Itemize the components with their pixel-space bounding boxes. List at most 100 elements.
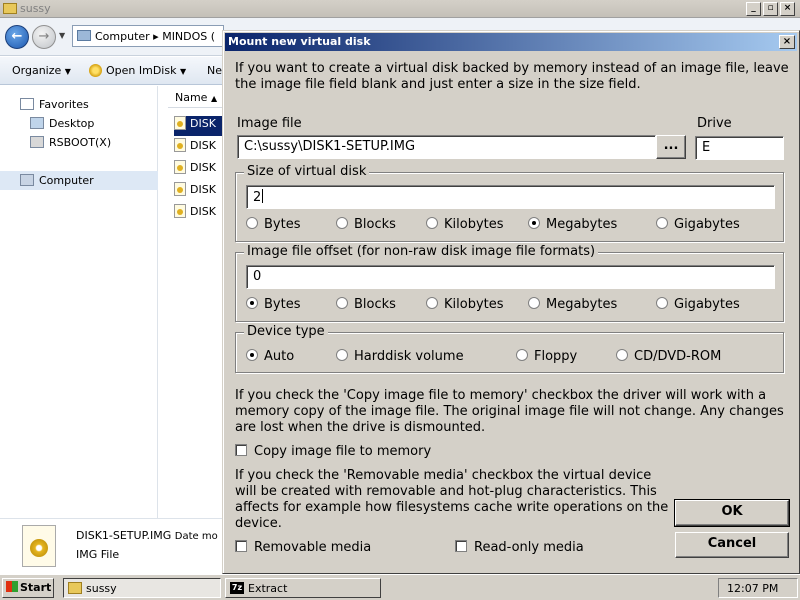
checkbox-label: Removable media <box>254 540 372 555</box>
disk-image-icon <box>174 182 186 196</box>
size-group: Size of virtual disk 2 Bytes Blocks Kilo… <box>235 164 784 242</box>
address-input[interactable]: Computer ▸ MINDOS ( <box>72 25 224 47</box>
device-type-group: Device type Auto Harddisk volume Floppy … <box>235 324 784 373</box>
dialog-titlebar[interactable]: Mount new virtual disk × <box>225 33 797 51</box>
disk-image-icon <box>174 116 186 130</box>
radio-label: Megabytes <box>546 217 618 232</box>
offset-unit-blocks[interactable]: Blocks <box>336 297 396 312</box>
size-unit-bytes[interactable]: Bytes <box>246 217 300 232</box>
chevron-down-icon: ▼ <box>64 67 71 76</box>
text-caret <box>262 189 264 203</box>
radio-label: Gigabytes <box>674 217 740 232</box>
radio-label: Gigabytes <box>674 297 740 312</box>
system-tray: 12:07 PM <box>718 578 798 598</box>
ok-button[interactable]: OK <box>674 499 790 527</box>
folder-icon <box>68 582 82 594</box>
size-unit-blocks[interactable]: Blocks <box>336 217 396 232</box>
mount-virtual-disk-dialog: Mount new virtual disk × If you want to … <box>222 30 800 574</box>
nav-item-computer[interactable]: Computer <box>20 174 94 187</box>
taskbar: Start sussy 7z Extract 12:07 PM <box>0 574 800 600</box>
checkbox-label: Read-only media <box>474 540 584 555</box>
taskbar-item-extract[interactable]: 7z Extract <box>225 578 381 598</box>
radio-icon <box>426 297 438 309</box>
computer-icon <box>77 30 91 41</box>
radio-icon <box>246 217 258 229</box>
radio-label: Auto <box>264 349 295 364</box>
minimize-button[interactable]: _ <box>746 2 761 16</box>
nav-label: Favorites <box>39 98 89 111</box>
disk-image-icon <box>22 525 56 567</box>
size-unit-gigabytes[interactable]: Gigabytes <box>656 217 740 232</box>
device-type-harddisk[interactable]: Harddisk volume <box>336 349 464 364</box>
size-value: 2 <box>253 190 262 205</box>
open-imdisk-button[interactable]: Open ImDisk ▼ <box>89 64 186 77</box>
offset-unit-kilobytes[interactable]: Kilobytes <box>426 297 504 312</box>
offset-input[interactable]: 0 <box>246 265 775 289</box>
cancel-button[interactable]: Cancel <box>675 532 789 558</box>
disc-icon <box>89 64 102 77</box>
offset-group-legend: Image file offset (for non-raw disk imag… <box>244 244 599 259</box>
device-type-cdrom[interactable]: CD/DVD-ROM <box>616 349 721 364</box>
removable-info-text: If you check the 'Removable media' check… <box>235 468 669 531</box>
radio-selected-icon <box>246 297 258 309</box>
organize-button[interactable]: Organize ▼ <box>12 64 71 77</box>
back-button[interactable]: ← <box>5 25 29 49</box>
column-header-name[interactable]: Name ▲ <box>168 86 228 108</box>
radio-label: Blocks <box>354 297 396 312</box>
browse-button[interactable]: ... <box>656 135 686 159</box>
size-input[interactable]: 2 <box>246 185 775 209</box>
forward-button[interactable]: → <box>32 25 56 49</box>
new-folder-button[interactable]: Ne <box>207 64 222 77</box>
disk-image-icon <box>174 204 186 218</box>
file-name: DISK <box>190 183 216 196</box>
size-unit-megabytes[interactable]: Megabytes <box>528 217 617 232</box>
arrow-left-icon: ← <box>11 29 23 44</box>
radio-icon <box>336 297 348 309</box>
radio-selected-icon <box>246 349 258 361</box>
radio-icon <box>528 297 540 309</box>
desktop-icon <box>30 117 44 129</box>
start-button[interactable]: Start <box>2 578 54 598</box>
offset-unit-gigabytes[interactable]: Gigabytes <box>656 297 740 312</box>
checkbox-icon <box>455 540 467 552</box>
file-name: DISK <box>190 205 216 218</box>
taskbar-item-sussy[interactable]: sussy <box>63 578 221 598</box>
details-filetype: IMG File <box>76 548 120 561</box>
radio-icon <box>336 349 348 361</box>
organize-label: Organize <box>12 64 62 77</box>
image-file-input[interactable]: C:\sussy\DISK1-SETUP.IMG <box>237 135 656 159</box>
device-type-floppy[interactable]: Floppy <box>516 349 577 364</box>
radio-label: Megabytes <box>546 297 618 312</box>
nav-item-favorites[interactable]: Favorites <box>20 98 89 111</box>
navigation-pane: Favorites Desktop RSBOOT(X) Computer <box>0 86 158 518</box>
nav-item-rsboot[interactable]: RSBOOT(X) <box>30 136 111 149</box>
removable-media-checkbox[interactable]: Removable media <box>235 540 371 555</box>
offset-unit-megabytes[interactable]: Megabytes <box>528 297 617 312</box>
radio-selected-icon <box>528 217 540 229</box>
nav-label: RSBOOT(X) <box>49 136 112 149</box>
clock[interactable]: 12:07 PM <box>727 582 778 595</box>
windows-logo-icon <box>6 581 18 592</box>
nav-item-desktop[interactable]: Desktop <box>30 117 94 130</box>
open-imdisk-label: Open ImDisk <box>106 64 177 77</box>
start-label: Start <box>20 581 52 594</box>
file-name: DISK <box>190 161 216 174</box>
column-label: Name <box>175 91 208 104</box>
size-unit-kilobytes[interactable]: Kilobytes <box>426 217 504 232</box>
radio-icon <box>656 217 668 229</box>
radio-label: Harddisk volume <box>354 349 464 364</box>
chevron-down-icon[interactable]: ▼ <box>59 31 65 40</box>
device-type-auto[interactable]: Auto <box>246 349 294 364</box>
intro-text: If you want to create a virtual disk bac… <box>235 61 789 92</box>
close-button[interactable]: × <box>780 2 795 16</box>
copy-to-memory-checkbox[interactable]: Copy image file to memory <box>235 444 431 459</box>
radio-label: Bytes <box>264 217 301 232</box>
maximize-button[interactable]: ▫ <box>763 2 778 16</box>
offset-unit-bytes[interactable]: Bytes <box>246 297 300 312</box>
explorer-titlebar[interactable]: sussy _ ▫ × <box>0 0 800 18</box>
dialog-close-button[interactable]: × <box>779 35 795 49</box>
read-only-media-checkbox[interactable]: Read-only media <box>455 540 584 555</box>
task-label: Extract <box>248 582 288 595</box>
drive-input[interactable]: E <box>695 136 784 160</box>
radio-label: Kilobytes <box>444 297 504 312</box>
